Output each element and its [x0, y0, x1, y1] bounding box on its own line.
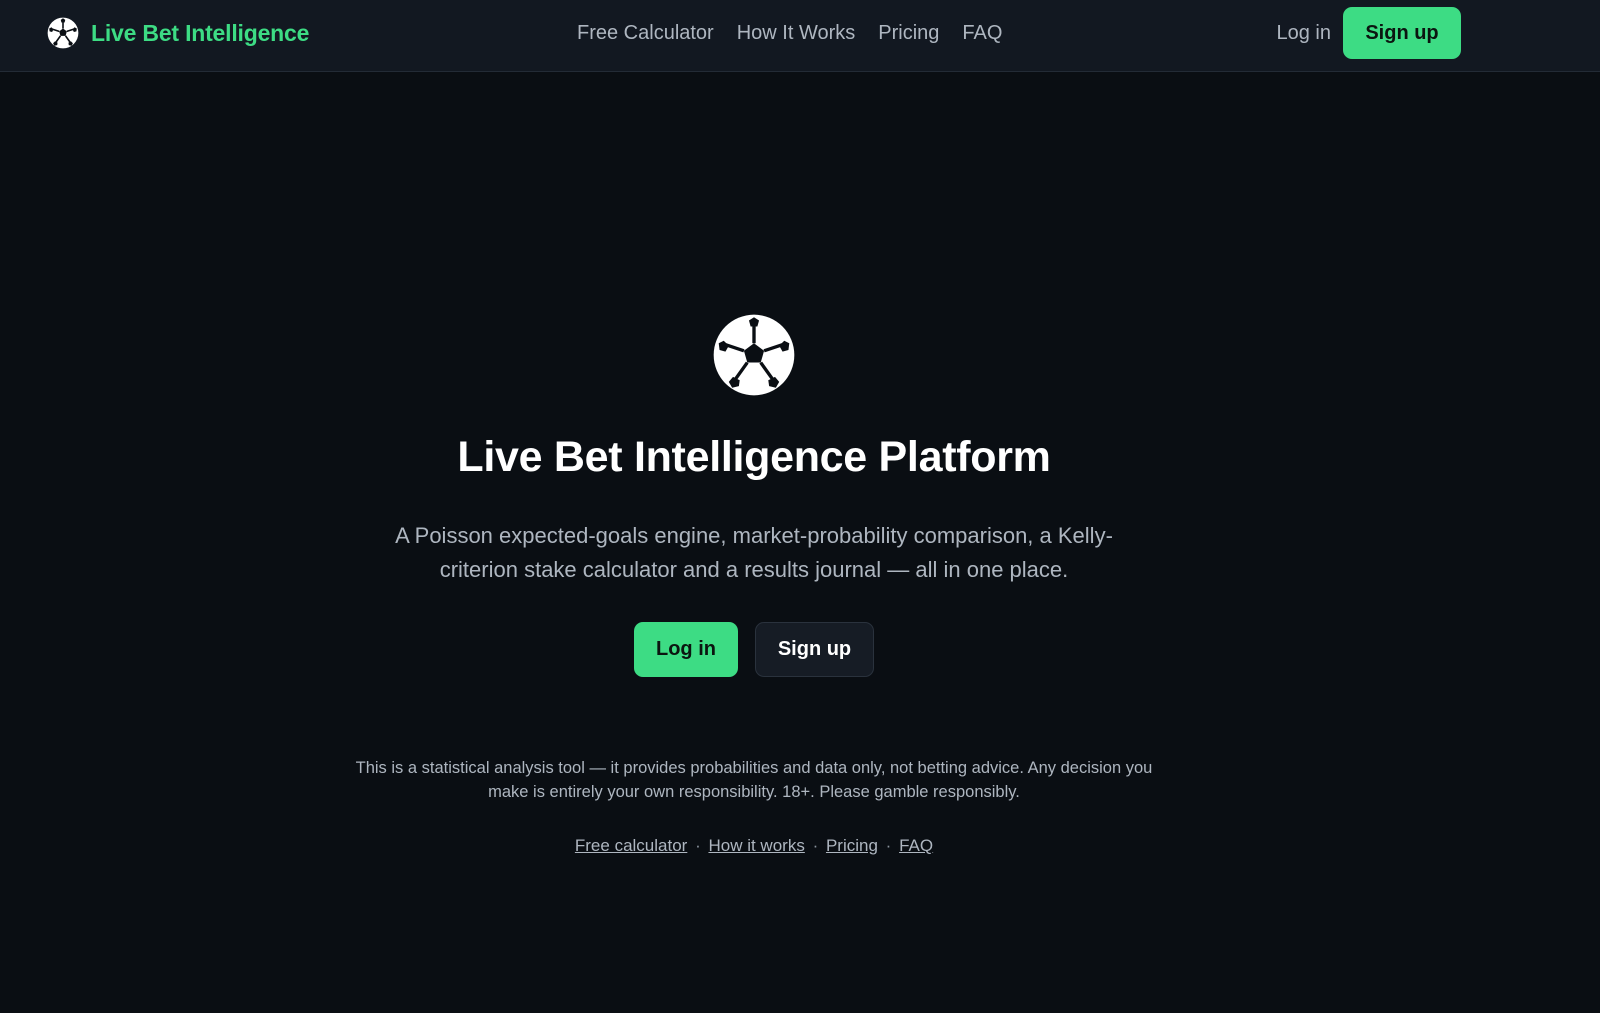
page-title: Live Bet Intelligence Platform — [457, 433, 1051, 481]
top-navigation-bar: Live Bet Intelligence Free Calculator Ho… — [0, 0, 1600, 72]
nav-free-calculator[interactable]: Free Calculator — [577, 20, 714, 46]
soccer-ball-icon — [47, 17, 79, 49]
soccer-ball-icon — [713, 314, 795, 396]
footer-separator: · — [812, 836, 819, 855]
nav-faq[interactable]: FAQ — [962, 20, 1002, 46]
footer-link-how-it-works[interactable]: How it works — [708, 836, 804, 855]
footer-link-pricing[interactable]: Pricing — [826, 836, 878, 855]
brand-name: Live Bet Intelligence — [91, 19, 310, 46]
header-login-link[interactable]: Log in — [1277, 22, 1332, 45]
hero-subtitle: A Poisson expected-goals engine, market-… — [395, 523, 1113, 582]
footer-link-faq[interactable]: FAQ — [899, 836, 933, 855]
footer-links: Free calculator · How it works · Pricing… — [0, 836, 1508, 856]
footer-separator: · — [695, 836, 701, 855]
nav-pricing[interactable]: Pricing — [878, 20, 939, 46]
nav-how-it-works[interactable]: How It Works — [737, 20, 856, 46]
brand-home-link[interactable]: Live Bet Intelligence — [47, 16, 309, 50]
footer-link-free-calculator[interactable]: Free calculator — [575, 836, 687, 855]
signup-button[interactable]: Sign up — [755, 622, 874, 677]
auth-controls: Log in Sign up — [1277, 7, 1461, 59]
login-button[interactable]: Log in — [634, 622, 738, 677]
footer-separator: · — [885, 836, 892, 855]
main-nav: Free Calculator How It Works Pricing FAQ — [577, 20, 1002, 46]
cta-buttons: Log in Sign up — [634, 622, 874, 677]
responsibility-disclaimer: This is a statistical analysis tool — it… — [355, 759, 1153, 801]
header-signup-button[interactable]: Sign up — [1343, 7, 1461, 59]
